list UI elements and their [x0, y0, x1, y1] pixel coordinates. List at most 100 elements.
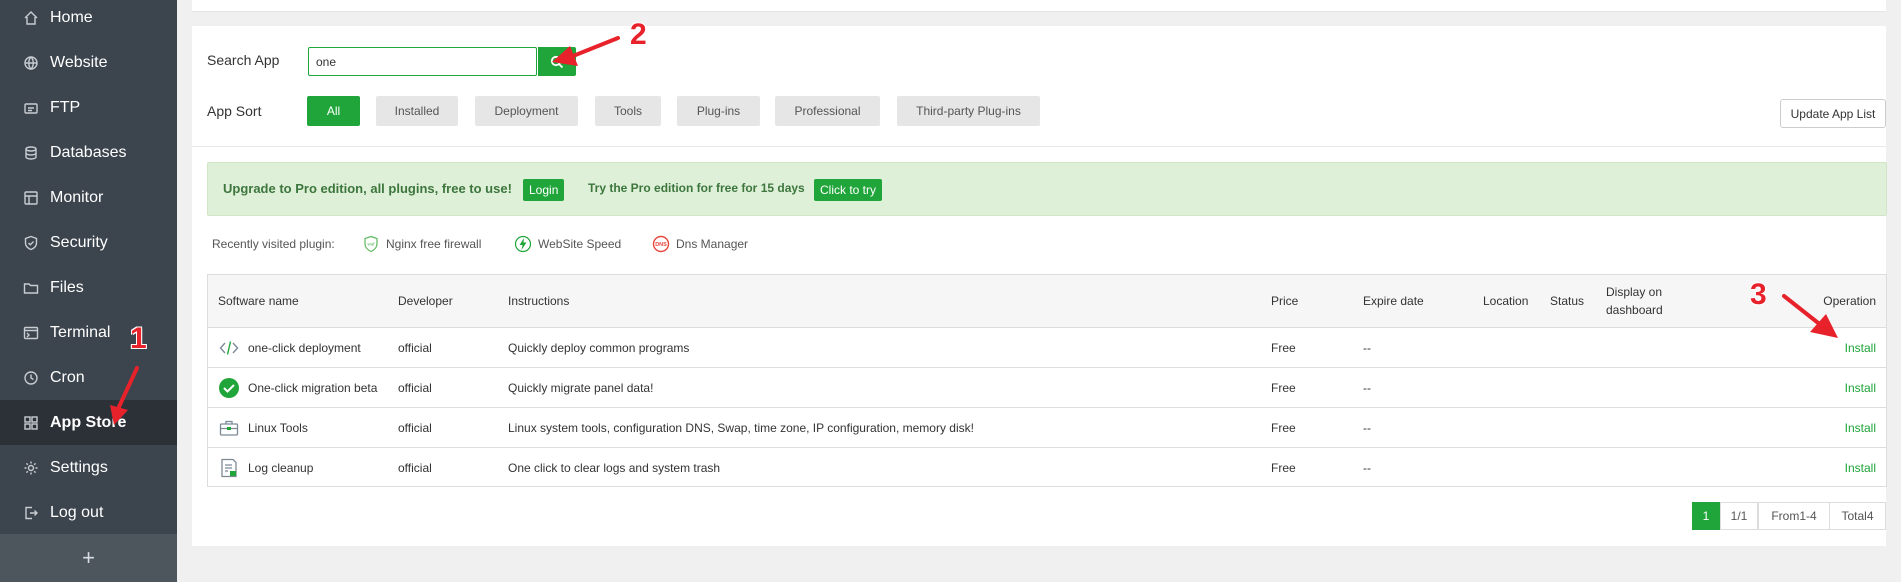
row-software-name[interactable]: Log cleanup [248, 461, 313, 475]
sidebar-item-label: Cron [50, 368, 85, 386]
install-button[interactable]: Install [1845, 421, 1876, 435]
row-price: Free [1271, 461, 1296, 475]
row-expire: -- [1363, 341, 1371, 355]
sidebar-item-terminal[interactable]: Terminal [0, 310, 177, 355]
pro-upgrade-text: Upgrade to Pro edition, all plugins, fre… [223, 181, 512, 196]
sidebar-item-label: Log out [50, 503, 104, 521]
shield-icon [23, 235, 39, 251]
header-status: Status [1550, 294, 1585, 308]
login-button[interactable]: Login [523, 179, 565, 201]
row-expire: -- [1363, 461, 1371, 475]
table-row: one-click deployment official Quickly de… [208, 328, 1886, 368]
sidebar-item-website[interactable]: Website [0, 40, 177, 85]
sidebar-item-label: Settings [50, 458, 108, 476]
sidebar-item-home[interactable]: Home [0, 0, 177, 40]
search-input[interactable] [308, 47, 537, 76]
sidebar-item-ftp[interactable]: FTP [0, 85, 177, 130]
pagination-range: From1-4 [1758, 502, 1830, 530]
lightning-icon [514, 235, 532, 253]
header-instructions: Instructions [508, 294, 570, 308]
sort-all-button[interactable]: All [307, 96, 360, 126]
header-price: Price [1271, 294, 1299, 308]
check-circle-icon [219, 378, 239, 398]
gear-icon [23, 460, 39, 476]
code-icon [219, 341, 239, 355]
row-developer: official [398, 421, 432, 435]
dns-badge-text: DNS [655, 242, 667, 248]
row-software-name[interactable]: One-click migration beta [248, 381, 377, 395]
sort-installed-button[interactable]: Installed [376, 96, 458, 126]
table-header: Software name Developer Instructions Pri… [208, 275, 1886, 328]
install-button[interactable]: Install [1845, 461, 1876, 475]
row-software-name[interactable]: one-click deployment [248, 341, 361, 355]
annotation-step-3: 3 [1750, 278, 1767, 311]
sidebar-item-monitor[interactable]: Monitor [0, 175, 177, 220]
row-price: Free [1271, 381, 1296, 395]
sidebar-item-label: Monitor [50, 188, 104, 206]
toolbox-icon [219, 420, 239, 436]
annotation-step-2: 2 [630, 18, 647, 51]
sidebar-item-security[interactable]: Security [0, 220, 177, 265]
sidebar-item-label: Security [50, 233, 108, 251]
folder-icon [23, 280, 39, 296]
add-icon[interactable]: + [0, 534, 177, 582]
database-icon [23, 145, 39, 161]
row-developer: official [398, 341, 432, 355]
sort-deployment-button[interactable]: Deployment [475, 96, 578, 126]
header-developer: Developer [398, 294, 453, 308]
header-display-line1: Display on [1606, 285, 1663, 299]
sidebar-item-files[interactable]: Files [0, 265, 177, 310]
header-software-name: Software name [218, 294, 299, 308]
recent-label: Recently visited plugin: [212, 237, 335, 251]
pagination-current-page[interactable]: 1 [1692, 502, 1720, 530]
pagination-pages: 1/1 [1720, 502, 1758, 530]
header-location: Location [1483, 294, 1529, 308]
sidebar-item-app-store[interactable]: App Store [0, 400, 177, 445]
pro-banner: Upgrade to Pro edition, all plugins, fre… [207, 162, 1887, 216]
recent-item-nginx[interactable]: waf Nginx free firewall [362, 235, 481, 253]
install-button[interactable]: Install [1845, 381, 1876, 395]
row-expire: -- [1363, 381, 1371, 395]
sort-third-party-button[interactable]: Third-party Plug-ins [897, 96, 1040, 126]
header-display-line2: dashboard [1606, 303, 1663, 317]
row-developer: official [398, 381, 432, 395]
sidebar-item-databases[interactable]: Databases [0, 130, 177, 175]
logout-icon [23, 505, 39, 521]
sidebar-item-logout[interactable]: Log out [0, 490, 177, 535]
sidebar-item-label: Files [50, 278, 84, 296]
sidebar-item-label: Databases [50, 143, 127, 161]
install-button[interactable]: Install [1845, 341, 1876, 355]
row-instructions: Quickly deploy common programs [508, 341, 690, 355]
recent-item-website-speed[interactable]: WebSite Speed [514, 235, 621, 253]
sidebar-item-label: Home [50, 8, 93, 26]
update-app-list-button[interactable]: Update App List [1780, 99, 1886, 128]
sort-professional-button[interactable]: Professional [775, 96, 880, 126]
table-row: Linux Tools official Linux system tools,… [208, 408, 1886, 448]
table-row: Log cleanup official One click to clear … [208, 448, 1886, 488]
firewall-icon: waf [364, 235, 378, 253]
row-price: Free [1271, 341, 1296, 355]
sort-tools-button[interactable]: Tools [595, 96, 661, 126]
dns-icon: DNS [652, 235, 670, 253]
row-software-name[interactable]: Linux Tools [248, 421, 308, 435]
sidebar-item-cron[interactable]: Cron [0, 355, 177, 400]
sidebar: Home Website FTP Databases Monitor Secur… [0, 0, 177, 582]
table-row: One-click migration beta official Quickl… [208, 368, 1886, 408]
svg-text:waf: waf [367, 242, 375, 247]
recent-item-label: Dns Manager [676, 237, 749, 251]
sort-plugins-button[interactable]: Plug-ins [677, 96, 760, 126]
top-panel [192, 0, 1886, 12]
sidebar-item-label: Terminal [50, 323, 111, 341]
software-table: Software name Developer Instructions Pri… [207, 274, 1887, 487]
recent-item-dns-manager[interactable]: DNS Dns Manager [652, 235, 748, 253]
click-to-try-button[interactable]: Click to try [814, 179, 883, 201]
row-instructions: One click to clear logs and system trash [508, 461, 721, 475]
row-instructions: Linux system tools, configuration DNS, S… [508, 421, 974, 435]
pro-trial-text: Try the Pro edition for free for 15 days [588, 181, 805, 195]
sidebar-item-label: FTP [50, 98, 81, 116]
pagination-total: Total4 [1829, 502, 1886, 530]
grid-icon [23, 415, 39, 431]
search-label: Search App [207, 52, 280, 68]
clock-icon [23, 370, 39, 386]
sidebar-item-settings[interactable]: Settings [0, 445, 177, 490]
